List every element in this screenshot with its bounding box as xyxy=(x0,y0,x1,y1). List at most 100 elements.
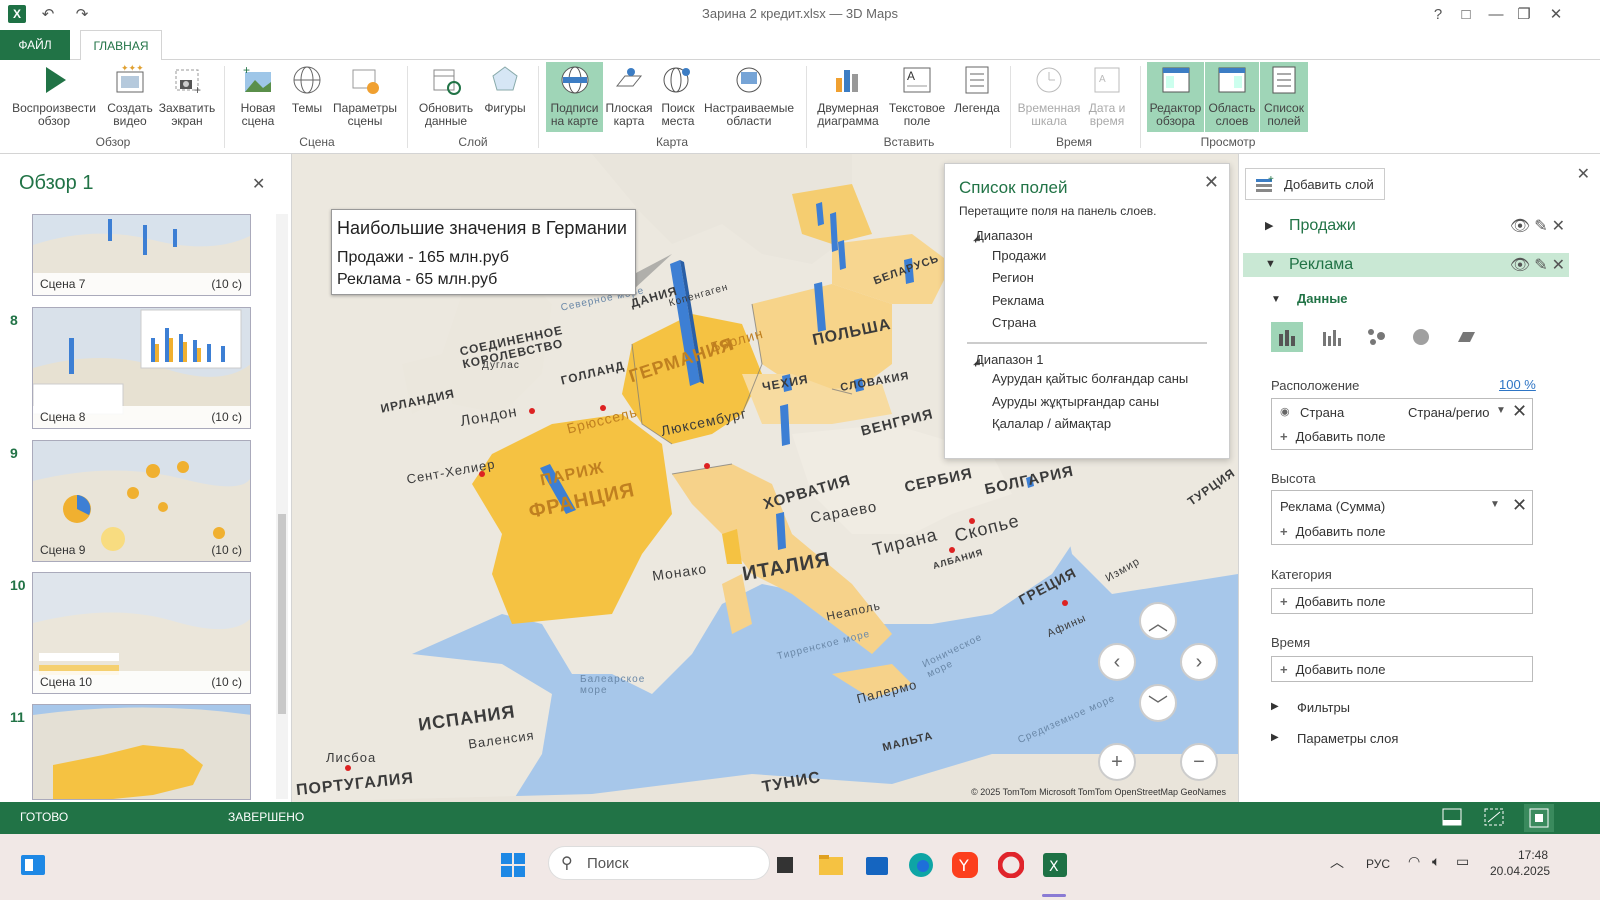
store-icon[interactable] xyxy=(862,850,892,880)
add-field-button[interactable]: + Добавить поле xyxy=(1280,429,1385,444)
clustered-column-icon[interactable] xyxy=(1315,322,1347,352)
tour-editor-button[interactable]: Редактор обзора xyxy=(1147,62,1204,132)
zoom-out-button[interactable]: − xyxy=(1180,743,1218,781)
legend-button[interactable]: Легенда xyxy=(951,62,1003,132)
close-icon[interactable]: ✕ xyxy=(252,174,265,194)
fit-view-icon[interactable] xyxy=(1484,808,1504,829)
restore-icon[interactable]: ❐ xyxy=(1514,4,1534,24)
expand-triangle-icon[interactable]: ▶ xyxy=(1271,701,1279,712)
volume-icon[interactable]: 🔈︎ xyxy=(1432,853,1440,870)
task-view-icon[interactable] xyxy=(770,850,800,880)
field-list-button[interactable]: Список полей xyxy=(1260,62,1308,132)
timeline-button[interactable]: Временная шкала xyxy=(1016,62,1082,132)
pencil-icon[interactable]: ✎ xyxy=(1534,257,1551,274)
help-icon[interactable]: ? xyxy=(1428,4,1448,24)
scene-thumbnail[interactable]: Сцена 10 (10 с) xyxy=(32,572,251,694)
widgets-icon[interactable] xyxy=(18,850,48,880)
tab-home[interactable]: ГЛАВНАЯ xyxy=(80,30,162,61)
chevron-down-icon[interactable]: ▼ xyxy=(1496,405,1506,416)
map-labels-button[interactable]: Подписи на карте xyxy=(546,62,603,132)
field-item[interactable]: Страна xyxy=(992,315,1036,330)
radio-icon[interactable]: ◉ xyxy=(1280,405,1290,418)
field-item[interactable]: Регион xyxy=(992,270,1034,285)
new-scene-button[interactable]: + Новая сцена xyxy=(232,62,284,132)
expand-triangle-icon[interactable]: ▶ xyxy=(1271,732,1279,743)
field-group-name[interactable]: Диапазон 1 xyxy=(975,352,1044,367)
tilt-down-button[interactable]: ﹀ xyxy=(1139,684,1177,722)
tab-file[interactable]: ФАЙЛ xyxy=(0,30,70,60)
delete-icon[interactable]: ✕ xyxy=(1552,218,1569,235)
clock-time[interactable]: 17:48 xyxy=(1518,848,1548,862)
stacked-column-icon[interactable] xyxy=(1271,322,1303,352)
location-field-name[interactable]: Страна xyxy=(1300,405,1344,420)
add-field-button[interactable]: + Добавить поле xyxy=(1280,594,1385,609)
expand-triangle-icon[interactable]: ▶ xyxy=(1265,219,1273,232)
date-time-button[interactable]: A Дата и время xyxy=(1084,62,1130,132)
excel-taskbar-icon[interactable]: X xyxy=(1040,850,1070,880)
collapse-triangle-icon[interactable]: ▼ xyxy=(1271,294,1281,305)
add-layer-button[interactable]: + Добавить слой xyxy=(1245,168,1385,200)
scene-thumbnail[interactable]: Сцена 7 (10 с) xyxy=(32,214,251,296)
scene-thumbnail[interactable] xyxy=(32,704,251,800)
filters-section[interactable]: Фильтры xyxy=(1297,700,1350,715)
minimize-icon[interactable]: — xyxy=(1486,4,1506,24)
remove-field-icon[interactable]: ✕ xyxy=(1512,401,1527,422)
close-icon[interactable]: ✕ xyxy=(1546,4,1566,24)
close-icon[interactable]: ✕ xyxy=(1204,172,1219,193)
capture-screen-button[interactable]: + Захватить экран xyxy=(158,62,216,132)
normal-view-icon[interactable] xyxy=(1442,808,1462,829)
fullscreen-view-icon[interactable] xyxy=(1524,804,1554,832)
scene-thumbnail[interactable]: Сцена 9 (10 с) xyxy=(32,440,251,562)
add-field-button[interactable]: + Добавить поле xyxy=(1280,524,1385,539)
field-group-name[interactable]: Диапазон xyxy=(975,228,1033,243)
taskbar-search-input[interactable]: ⚲ Поиск xyxy=(548,846,770,880)
heat-map-icon[interactable] xyxy=(1405,322,1437,352)
scene-thumbnail[interactable]: Сцена 8 (10 с) xyxy=(32,307,251,429)
layer-item-sales[interactable]: ▶ Продажи 👁✎✕ xyxy=(1243,214,1569,238)
chevron-up-icon[interactable]: ︿ xyxy=(1330,852,1344,872)
create-video-button[interactable]: ✦✦✦ Создать видео xyxy=(104,62,156,132)
language-indicator[interactable]: РУС xyxy=(1366,857,1390,871)
zoom-in-button[interactable]: + xyxy=(1098,743,1136,781)
find-location-button[interactable]: Поиск места xyxy=(656,62,700,132)
field-item[interactable]: Қалалар / аймақтар xyxy=(992,416,1111,431)
collapse-triangle-icon[interactable]: ▼ xyxy=(1265,258,1276,270)
scroll-thumb[interactable] xyxy=(278,514,286,714)
opera-icon[interactable] xyxy=(996,850,1026,880)
bubble-chart-icon[interactable] xyxy=(1360,322,1392,352)
field-item[interactable]: Ауруды жұқтырғандар саны xyxy=(992,394,1159,409)
wifi-icon[interactable]: ◠ xyxy=(1408,853,1420,870)
yandex-browser-icon[interactable]: Y xyxy=(950,850,980,880)
tilt-up-button[interactable]: ︿ xyxy=(1139,602,1177,640)
rotate-right-button[interactable]: › xyxy=(1180,643,1218,681)
add-field-button[interactable]: + Добавить поле xyxy=(1280,662,1385,677)
chart-2d-button[interactable]: Двумерная диаграмма xyxy=(814,62,882,132)
refresh-data-button[interactable]: Обновить данные xyxy=(416,62,476,132)
location-type-select[interactable]: Страна/регио xyxy=(1408,405,1490,420)
layer-pane-button[interactable]: Область слоев xyxy=(1205,62,1259,132)
location-percent[interactable]: 100 % xyxy=(1499,377,1536,392)
region-map-icon[interactable] xyxy=(1450,322,1482,352)
pencil-icon[interactable]: ✎ xyxy=(1534,218,1551,235)
eye-icon[interactable]: 👁 xyxy=(1510,257,1534,274)
tour-scrollbar[interactable] xyxy=(276,214,288,799)
height-field-name[interactable]: Реклама (Сумма) xyxy=(1280,499,1385,514)
file-explorer-icon[interactable] xyxy=(816,850,846,880)
edge-icon[interactable] xyxy=(906,850,936,880)
delete-icon[interactable]: ✕ xyxy=(1552,257,1569,274)
shapes-button[interactable]: Фигуры xyxy=(482,62,528,132)
rotate-left-button[interactable]: ‹ xyxy=(1098,643,1136,681)
field-item[interactable]: Продажи xyxy=(992,248,1046,263)
scene-options-button[interactable]: Параметры сцены xyxy=(331,62,399,132)
themes-button[interactable]: Темы xyxy=(287,62,327,132)
eye-icon[interactable]: 👁 xyxy=(1510,218,1534,235)
layer-actions[interactable]: 👁✎✕ xyxy=(1510,216,1569,236)
fullscreen-icon[interactable]: □ xyxy=(1456,4,1476,24)
custom-regions-button[interactable]: Настраиваемые области xyxy=(702,62,796,132)
play-tour-button[interactable]: Воспроизвести обзор xyxy=(10,62,98,132)
flat-map-button[interactable]: Плоская карта xyxy=(604,62,654,132)
remove-field-icon[interactable]: ✕ xyxy=(1512,495,1527,516)
field-item[interactable]: Реклама xyxy=(992,293,1044,308)
start-icon[interactable] xyxy=(498,850,528,880)
chevron-down-icon[interactable]: ▼ xyxy=(1490,499,1500,510)
